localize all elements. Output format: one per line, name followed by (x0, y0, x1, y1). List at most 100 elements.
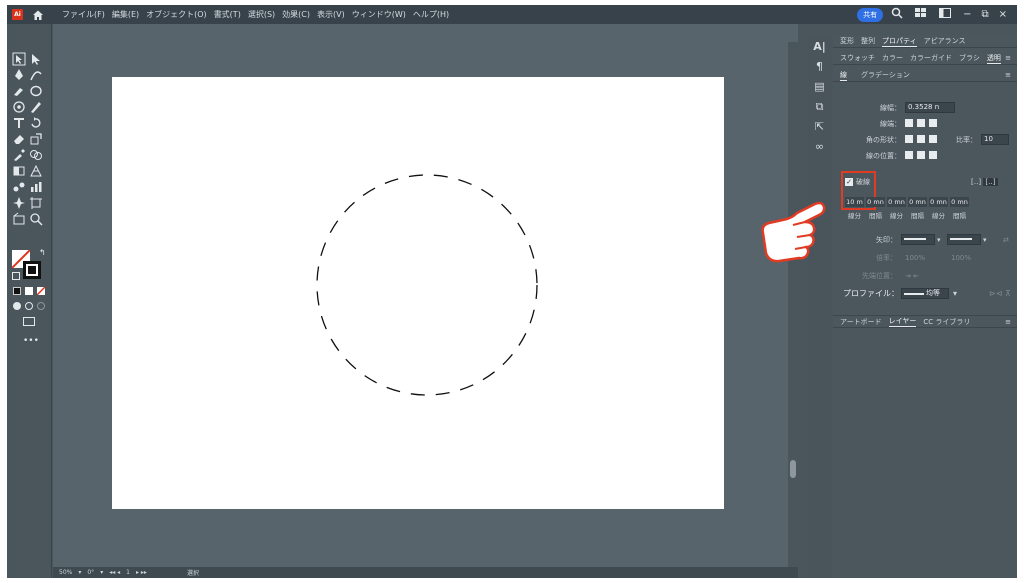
bevel-join-icon[interactable] (929, 134, 937, 143)
close-icon[interactable]: × (999, 9, 1007, 20)
scrollbar-thumb[interactable] (790, 460, 796, 478)
scale-tool-icon[interactable] (29, 132, 44, 146)
minimize-icon[interactable]: − (963, 9, 971, 20)
gap-2-field[interactable]: 0 mn (908, 197, 927, 207)
limit-field[interactable]: 10 (981, 134, 1009, 145)
profile-select[interactable]: 均等 (901, 288, 949, 299)
dash-2-field[interactable]: 0 mn (887, 197, 906, 207)
menu-help[interactable]: ヘルプ(H) (413, 9, 449, 20)
artboard-tool-icon[interactable] (29, 196, 44, 210)
layers-icon[interactable]: ▤ (813, 80, 827, 94)
shape-builder-tool-icon[interactable] (29, 148, 44, 162)
restore-icon[interactable]: ⧉ (981, 9, 988, 20)
draw-behind-icon[interactable] (25, 302, 33, 310)
blob-brush-tool-icon[interactable] (12, 84, 27, 98)
artboard-nav-prev-icon[interactable]: ◂◂ ◂ (109, 569, 120, 576)
align-inside-icon[interactable] (917, 150, 925, 159)
chevron-down-icon[interactable]: ▾ (983, 236, 987, 244)
tab-brushes[interactable]: ブラシ (959, 53, 980, 63)
menu-window[interactable]: ウィンドウ(W) (352, 9, 406, 20)
arrow-align-icons[interactable]: ⇥ ⇤ (905, 272, 919, 280)
none-icon[interactable] (36, 286, 46, 296)
panel-menu-icon[interactable]: ≡ (1005, 71, 1011, 79)
menu-select[interactable]: 選択(S) (248, 9, 275, 20)
symbol-sprayer-tool-icon[interactable] (12, 100, 27, 114)
tab-appearance[interactable]: アピアランス (924, 36, 966, 46)
dash-preserve-icon[interactable]: [‥] (971, 178, 981, 186)
menu-object[interactable]: オブジェクト(O) (146, 9, 207, 20)
grid-icon[interactable] (915, 8, 927, 21)
color-icon[interactable] (13, 287, 21, 295)
chevron-down-icon[interactable]: ▾ (78, 569, 81, 576)
tab-transparency[interactable]: 透明 (986, 53, 1001, 64)
artboard-nav-next-icon[interactable]: ▸ ▸▸ (136, 569, 147, 576)
panel-menu-icon[interactable]: ≡ (1005, 318, 1011, 326)
canvas-area[interactable]: 50% ▾ 0° ▾ ◂◂ ◂ 1 ▸ ▸▸ 選択 (53, 24, 798, 578)
end-arrow-select[interactable] (947, 234, 981, 245)
menu-edit[interactable]: 編集(E) (112, 9, 139, 20)
start-scale-field[interactable]: 100% (905, 254, 925, 262)
tab-artboards[interactable]: アートボード (840, 317, 882, 327)
dash-1-field[interactable]: 10 m (845, 197, 864, 207)
zoom-level[interactable]: 50% (59, 569, 72, 576)
menu-view[interactable]: 表示(V) (317, 9, 345, 20)
eraser-tool-icon[interactable] (12, 132, 27, 146)
round-cap-icon[interactable] (917, 118, 925, 127)
swap-arrows-icon[interactable]: ⇄ (1003, 236, 1009, 244)
chart-tool-icon[interactable] (29, 180, 44, 194)
swap-arrow-icon[interactable]: ↰ (39, 248, 46, 257)
align-center-icon[interactable] (905, 150, 913, 159)
share-button[interactable]: 共有 (857, 7, 884, 22)
menu-effect[interactable]: 効果(C) (282, 9, 310, 20)
pencil-tool-icon[interactable] (29, 100, 44, 114)
panel-menu-icon[interactable]: ≡ (1005, 54, 1011, 62)
round-join-icon[interactable] (917, 134, 925, 143)
search-icon[interactable] (891, 7, 903, 22)
gap-1-field[interactable]: 0 mn (866, 197, 885, 207)
tab-properties[interactable]: プロパティ (882, 36, 917, 47)
default-colors-icon[interactable] (12, 272, 20, 280)
stroke-weight-field[interactable]: 0.3528 n (905, 102, 955, 113)
zoom-tool-icon[interactable] (29, 212, 44, 226)
export-icon[interactable]: ⇱ (813, 120, 827, 134)
chevron-down-icon[interactable]: ▾ (100, 569, 103, 576)
type-tool-icon[interactable] (12, 116, 27, 130)
tab-cc-libraries[interactable]: CC ライブラリ (923, 317, 970, 327)
vertical-scrollbar[interactable] (788, 42, 798, 578)
home-icon[interactable] (32, 9, 44, 21)
menu-type[interactable]: 書式(T) (214, 9, 241, 20)
tab-transform[interactable]: 変形 (840, 36, 854, 46)
paragraph-icon[interactable]: ¶ (813, 60, 827, 74)
end-scale-field[interactable]: 100% (951, 254, 971, 262)
screen-mode-icon[interactable] (23, 317, 35, 326)
tab-stroke[interactable]: 線 (840, 70, 847, 81)
transform-icon[interactable]: ⧉ (813, 100, 827, 114)
chevron-down-icon[interactable]: ▾ (953, 289, 957, 298)
flip-profile-icon[interactable]: ⊳⊲ ⊼ (989, 289, 1011, 298)
mesh-tool-icon[interactable] (29, 164, 44, 178)
tab-color-guide[interactable]: カラーガイド (910, 53, 952, 63)
dash-align-corners-icon[interactable]: [‥] (983, 177, 998, 186)
artboard-number[interactable]: 1 (126, 569, 130, 576)
direct-selection-tool-icon[interactable] (29, 52, 44, 66)
tab-gradient[interactable]: グラデーション (861, 70, 910, 80)
draw-normal-icon[interactable] (13, 302, 21, 310)
more-tools-icon[interactable]: ••• (23, 336, 39, 346)
menu-file[interactable]: ファイル(F) (62, 9, 105, 20)
dash-3-field[interactable]: 0 mn (929, 197, 948, 207)
blend-tool-icon[interactable] (12, 180, 27, 194)
draw-inside-icon[interactable] (37, 302, 45, 310)
curvature-tool-icon[interactable] (29, 68, 44, 82)
tab-align[interactable]: 整列 (861, 36, 875, 46)
eyedropper-tool-icon[interactable] (12, 148, 27, 162)
start-arrow-select[interactable] (901, 234, 935, 245)
panel-icon[interactable] (939, 8, 952, 21)
gradient-tool-icon[interactable] (12, 164, 27, 178)
rotation-angle[interactable]: 0° (87, 569, 94, 576)
tab-swatches[interactable]: スウォッチ (840, 53, 875, 63)
pen-tool-icon[interactable] (12, 68, 27, 82)
type-panel-icon[interactable]: A| (813, 40, 827, 54)
butt-cap-icon[interactable] (905, 118, 913, 127)
artboard[interactable] (112, 77, 724, 509)
stroke-swatch[interactable] (23, 261, 41, 279)
